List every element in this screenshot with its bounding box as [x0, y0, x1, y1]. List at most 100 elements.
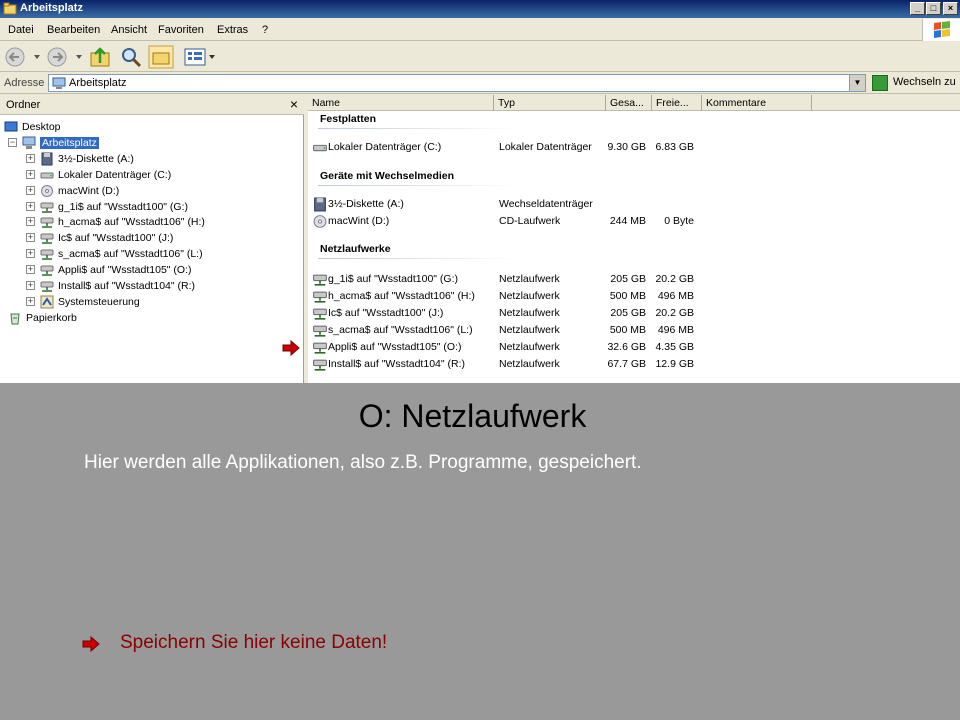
folders-icon[interactable]	[148, 45, 174, 69]
network-drive-icon	[40, 281, 54, 292]
expand-toggle-icon[interactable]: +	[26, 281, 35, 290]
expand-toggle-icon[interactable]: +	[26, 153, 35, 163]
tree-item-label: Appli$ auf "Wsstadt105" (O:)	[58, 264, 192, 277]
folder-up-icon[interactable]	[88, 45, 112, 69]
column-name[interactable]: Name	[308, 95, 494, 111]
group-divider	[318, 258, 518, 259]
list-row[interactable]: Install$ auf "Wsstadt104" (R:) Netzlaufwe…	[308, 356, 960, 373]
menu-datei[interactable]: Datei	[8, 24, 34, 36]
list-row[interactable]: s_acma$ auf "Wsstadt106" (L:) Netzlaufwer…	[308, 322, 960, 339]
tree-item-label: Lokaler Datenträger (C:)	[58, 168, 172, 181]
list-row[interactable]: Ic$ auf "Wsstadt100" (J:) Netzlaufwerk 205…	[308, 305, 960, 322]
expand-toggle-icon[interactable]: +	[26, 169, 35, 179]
computer-icon	[52, 77, 66, 89]
floppy-icon	[41, 152, 53, 166]
explorer-window: Arbeitsplatz _ □ × Datei Bearbeiten Ansi…	[0, 0, 960, 383]
network-drive-icon	[313, 342, 327, 354]
minimize-button[interactable]: _	[910, 2, 925, 15]
address-label: Adresse	[4, 77, 45, 89]
row-total-size: 205 GB	[610, 273, 646, 285]
menu-bar: Datei Bearbeiten Ansicht Favoriten Extra…	[0, 19, 960, 41]
folder-pane-header: Ordner ×	[0, 95, 304, 115]
network-drive-icon	[40, 265, 54, 276]
file-list: Name Typ Gesa... Freie... Kommentare Fes…	[308, 95, 960, 383]
windows-logo-icon	[922, 19, 960, 41]
row-name: g_1i$ auf "Wsstadt100" (G:)	[328, 273, 459, 285]
row-name: s_acma$ auf "Wsstadt106" (L:)	[328, 324, 473, 336]
group-divider	[318, 185, 518, 186]
row-type: Netzlaufwerk	[499, 290, 560, 302]
tree-item-label: g_1i$ auf "Wsstadt100" (G:)	[58, 200, 189, 213]
list-header: Name Typ Gesa... Freie... Kommentare	[308, 95, 960, 111]
list-row[interactable]: Appli$ auf "Wsstadt105" (O:) Netzlaufwerk…	[308, 339, 960, 356]
warning-text: Speichern Sie hier keine Daten!	[120, 632, 388, 653]
address-input[interactable]: Arbeitsplatz ▼	[48, 74, 866, 92]
harddisk-icon	[313, 144, 327, 152]
close-button[interactable]: ×	[943, 2, 958, 15]
group-title: Festplatten	[320, 113, 377, 125]
row-type: Netzlaufwerk	[499, 307, 560, 319]
expand-toggle-icon[interactable]: +	[26, 265, 35, 275]
menu-help[interactable]: ?	[262, 24, 268, 36]
search-icon[interactable]	[118, 45, 144, 69]
view-mode-icon[interactable]	[182, 45, 218, 69]
menu-extras[interactable]: Extras	[217, 24, 248, 36]
expand-toggle-icon[interactable]: −	[8, 137, 17, 147]
control-panel-icon	[40, 295, 54, 309]
tree-item-label: s_acma$ auf "Wsstadt106" (L:)	[58, 248, 203, 261]
cdrom-icon	[41, 184, 53, 197]
tree-item-label: Arbeitsplatz	[40, 136, 99, 149]
network-drive-icon	[313, 359, 327, 371]
list-row[interactable]: h_acma$ auf "Wsstadt106" (H:) Netzlaufwer…	[308, 288, 960, 305]
slide-title: O: Netzlaufwerk	[358, 398, 587, 434]
desktop-icon	[4, 121, 18, 132]
expand-toggle-icon[interactable]: +	[26, 233, 35, 243]
expand-toggle-icon[interactable]: +	[26, 217, 35, 227]
group-title: Geräte mit Wechselmedien	[320, 170, 455, 182]
forward-icon[interactable]	[46, 45, 86, 69]
row-name: Ic$ auf "Wsstadt100" (J:)	[328, 307, 444, 319]
go-label: Wechseln zu	[893, 76, 956, 88]
row-total-size: 67.7 GB	[607, 358, 646, 370]
marker-arrow-icon	[282, 340, 300, 356]
row-free-space: 496 MB	[657, 324, 694, 336]
title-bar[interactable]: Arbeitsplatz _ □ ×	[0, 0, 960, 18]
tree-item-label: h_acma$ auf "Wsstadt106" (H:)	[58, 216, 205, 229]
tree-item-label: Install$ auf "Wsstadt104" (R:)	[58, 280, 196, 292]
network-drive-icon	[40, 233, 54, 245]
menu-bearbeiten[interactable]: Bearbeiten	[47, 24, 100, 36]
slide-subtitle: Hier werden alle Applikationen, also z.B…	[84, 452, 642, 473]
row-free-space: 4.35 GB	[655, 341, 694, 353]
cdrom-icon	[313, 215, 327, 228]
close-icon[interactable]: ×	[290, 96, 298, 112]
list-row[interactable]: macWint (D:) CD-Laufwerk 244 MB 0 Byte	[308, 213, 960, 230]
go-button[interactable]: Wechseln zu	[872, 74, 958, 92]
list-row[interactable]: 3½-Diskette (A:) Wechseldatenträger	[308, 196, 960, 213]
row-name: Lokaler Datenträger (C:)	[328, 141, 442, 153]
network-drive-icon	[40, 202, 54, 213]
row-type: Lokaler Datenträger	[499, 141, 592, 153]
row-free-space: 12.9 GB	[655, 358, 694, 370]
column-type[interactable]: Typ	[494, 95, 606, 111]
recycle-bin-icon	[10, 313, 20, 325]
toolbar	[0, 42, 960, 72]
menu-favoriten[interactable]: Favoriten	[158, 24, 204, 36]
network-drive-icon	[40, 249, 54, 260]
menu-ansicht[interactable]: Ansicht	[111, 24, 147, 36]
list-row[interactable]: Lokaler Datenträger (C:) Lokaler Datenträ…	[308, 139, 960, 156]
column-total[interactable]: Gesa...	[606, 95, 652, 111]
expand-toggle-icon[interactable]: +	[26, 296, 35, 306]
expand-toggle-icon[interactable]: +	[26, 201, 35, 211]
row-name: 3½-Diskette (A:)	[328, 198, 404, 210]
maximize-button[interactable]: □	[926, 2, 941, 15]
row-free-space: 20.2 GB	[655, 307, 694, 319]
expand-toggle-icon[interactable]: +	[26, 249, 35, 259]
back-icon[interactable]	[4, 45, 44, 69]
address-dropdown-icon[interactable]: ▼	[849, 75, 865, 91]
expand-toggle-icon[interactable]: +	[26, 185, 35, 195]
row-free-space: 496 MB	[657, 290, 694, 302]
row-total-size: 500 MB	[609, 324, 646, 336]
column-free[interactable]: Freie...	[652, 95, 702, 111]
list-row[interactable]: g_1i$ auf "Wsstadt100" (G:) Netzlaufwerk 2…	[308, 271, 960, 288]
column-comments[interactable]: Kommentare	[702, 95, 812, 111]
